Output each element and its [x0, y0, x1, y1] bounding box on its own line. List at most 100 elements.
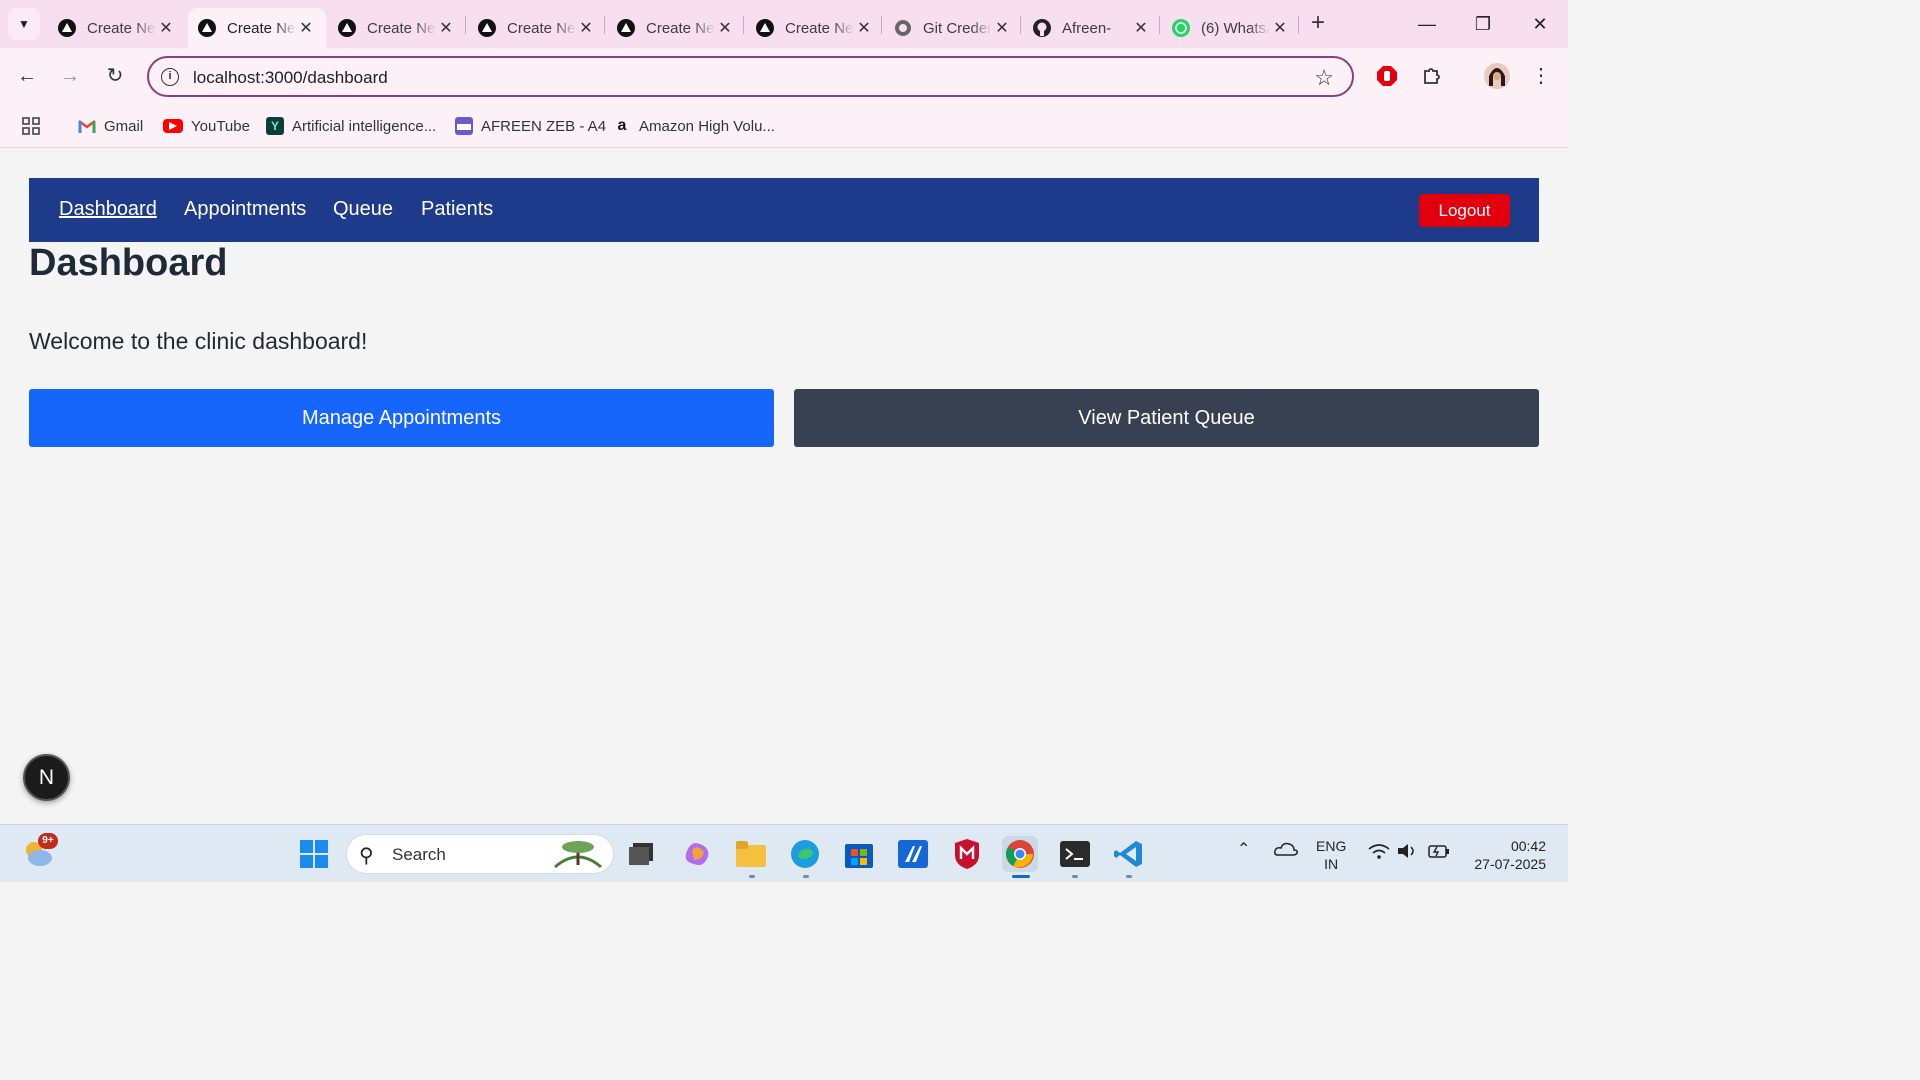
browser-tab[interactable]: Create Next App ✕	[607, 8, 745, 48]
azure-app-icon[interactable]	[895, 836, 931, 872]
view-patient-queue-button[interactable]: View Patient Queue	[794, 389, 1539, 447]
browser-tab[interactable]: (6) WhatsApp ✕	[1162, 8, 1300, 48]
close-tab-icon[interactable]: ✕	[1131, 18, 1151, 38]
extensions-puzzle-icon[interactable]	[1418, 62, 1446, 90]
running-indicator	[749, 875, 755, 878]
battery-icon[interactable]	[1428, 843, 1450, 863]
amazon-icon: a	[617, 117, 627, 134]
tab-title: Git Credential	[923, 19, 992, 37]
tab-separator	[1298, 16, 1299, 34]
browser-tab[interactable]: Create Next App ✕	[468, 8, 606, 48]
clock[interactable]: 00:42 27-07-2025	[1466, 837, 1546, 873]
notification-badge: 9+	[38, 833, 58, 849]
printer-icon	[455, 117, 473, 135]
bookmark-label: YouTube	[191, 117, 250, 135]
nextjs-favicon-icon	[338, 19, 356, 37]
bookmark-star-icon[interactable]: ☆	[1314, 65, 1334, 91]
browser-tab-active[interactable]: Create Next App ✕	[188, 8, 326, 48]
tab-strip: ▼ Create Next App ✕ Create Next App ✕ Cr…	[0, 0, 1568, 48]
nextjs-favicon-icon	[756, 19, 774, 37]
back-arrow-icon[interactable]: ←	[13, 62, 41, 90]
taskbar-search-box[interactable]: ⚲ Search	[346, 834, 614, 874]
tab-title: Afreen-	[1062, 19, 1112, 37]
close-tab-icon[interactable]: ✕	[854, 18, 874, 38]
nextjs-favicon-icon	[198, 19, 216, 37]
nav-link-appointments[interactable]: Appointments	[184, 198, 306, 221]
close-tab-icon[interactable]: ✕	[576, 18, 596, 38]
bookmark-label: Artificial intelligence...	[292, 117, 437, 135]
browser-tab[interactable]: Create Next App ✕	[328, 8, 466, 48]
browser-tab[interactable]: Create Next App ✕	[48, 8, 186, 48]
browser-tab[interactable]: Afreen- ✕	[1023, 8, 1161, 48]
bookmark-amazon[interactable]: a Amazon High Volu...	[613, 113, 775, 139]
close-tab-icon[interactable]: ✕	[296, 18, 316, 38]
tab-title: Create Next App	[646, 19, 715, 37]
nextjs-dev-tools-button[interactable]: N	[23, 754, 70, 801]
tab-separator	[743, 16, 744, 34]
copilot-icon[interactable]	[679, 836, 715, 872]
address-bar[interactable]: i localhost:3000/dashboard ☆	[147, 56, 1354, 97]
volume-icon[interactable]	[1397, 843, 1419, 863]
close-tab-icon[interactable]: ✕	[156, 18, 176, 38]
browser-toolbar: ← → ↻ i localhost:3000/dashboard ☆ ⋮	[0, 48, 1568, 104]
minimize-icon[interactable]: —	[1412, 10, 1442, 38]
close-tab-icon[interactable]: ✕	[1270, 18, 1290, 38]
gmail-icon	[78, 117, 96, 135]
tab-search-button[interactable]: ▼	[8, 8, 40, 40]
windows-start-icon[interactable]	[296, 836, 332, 872]
bookmark-label: Amazon High Volu...	[639, 117, 775, 135]
edge-icon[interactable]	[787, 836, 823, 872]
browser-menu-icon[interactable]: ⋮	[1527, 62, 1555, 90]
bookmark-print[interactable]: AFREEN ZEB - A4	[455, 113, 606, 139]
search-placeholder: Search	[392, 845, 446, 864]
close-tab-icon[interactable]: ✕	[715, 18, 735, 38]
chrome-icon[interactable]	[1002, 836, 1038, 872]
task-view-icon[interactable]	[624, 836, 660, 872]
bookmark-ai[interactable]: Y Artificial intelligence...	[266, 113, 436, 139]
adblock-extension-icon[interactable]	[1373, 62, 1401, 90]
whatsapp-favicon-icon	[1172, 19, 1190, 37]
apps-grid-icon[interactable]	[22, 113, 40, 139]
manage-appointments-button[interactable]: Manage Appointments	[29, 389, 774, 447]
language-code: ENG	[1316, 838, 1347, 854]
onedrive-cloud-icon[interactable]	[1274, 841, 1298, 861]
file-explorer-icon[interactable]	[733, 836, 769, 872]
running-indicator	[1072, 875, 1078, 878]
language-indicator[interactable]: ENG IN	[1316, 837, 1346, 873]
nav-link-patients[interactable]: Patients	[421, 198, 493, 221]
nextjs-favicon-icon	[617, 19, 635, 37]
close-window-icon[interactable]: ✕	[1525, 10, 1555, 38]
tab-separator	[465, 16, 466, 34]
tab-separator	[881, 16, 882, 34]
browser-tab[interactable]: Git Credential ✕	[884, 8, 1022, 48]
bookmark-gmail[interactable]: Gmail	[78, 113, 143, 139]
tab-title: (6) WhatsApp	[1201, 19, 1270, 37]
nav-link-dashboard[interactable]: Dashboard	[59, 198, 157, 221]
browser-tab[interactable]: Create Next App ✕	[746, 8, 884, 48]
show-hidden-icons-chevron-icon[interactable]: ⌃	[1237, 841, 1250, 859]
forward-arrow-icon[interactable]: →	[56, 62, 84, 90]
search-icon: ⚲	[359, 845, 374, 867]
close-tab-icon[interactable]: ✕	[992, 18, 1012, 38]
tab-title: Create Next App	[785, 19, 854, 37]
mcafee-icon[interactable]	[949, 836, 985, 872]
wifi-icon[interactable]	[1368, 843, 1390, 863]
nav-link-queue[interactable]: Queue	[333, 198, 393, 221]
welcome-message: Welcome to the clinic dashboard!	[29, 328, 368, 354]
close-tab-icon[interactable]: ✕	[436, 18, 456, 38]
page-title: Dashboard	[29, 242, 228, 284]
site-info-icon[interactable]: i	[161, 68, 179, 86]
new-tab-button[interactable]: +	[1305, 10, 1331, 38]
bookmark-youtube[interactable]: YouTube	[163, 113, 250, 139]
github-favicon-icon	[1033, 19, 1051, 37]
restore-icon[interactable]: ❐	[1468, 10, 1498, 38]
vscode-icon[interactable]	[1111, 836, 1147, 872]
clock-date: 27-07-2025	[1474, 856, 1546, 872]
reload-icon[interactable]: ↻	[101, 62, 129, 90]
url-text[interactable]: localhost:3000/dashboard	[193, 68, 388, 88]
logout-button[interactable]: Logout	[1419, 194, 1510, 227]
profile-avatar-icon[interactable]	[1483, 62, 1511, 90]
terminal-icon[interactable]	[1057, 836, 1093, 872]
tab-title: Create Next App	[507, 19, 576, 37]
microsoft-store-icon[interactable]	[841, 836, 877, 872]
